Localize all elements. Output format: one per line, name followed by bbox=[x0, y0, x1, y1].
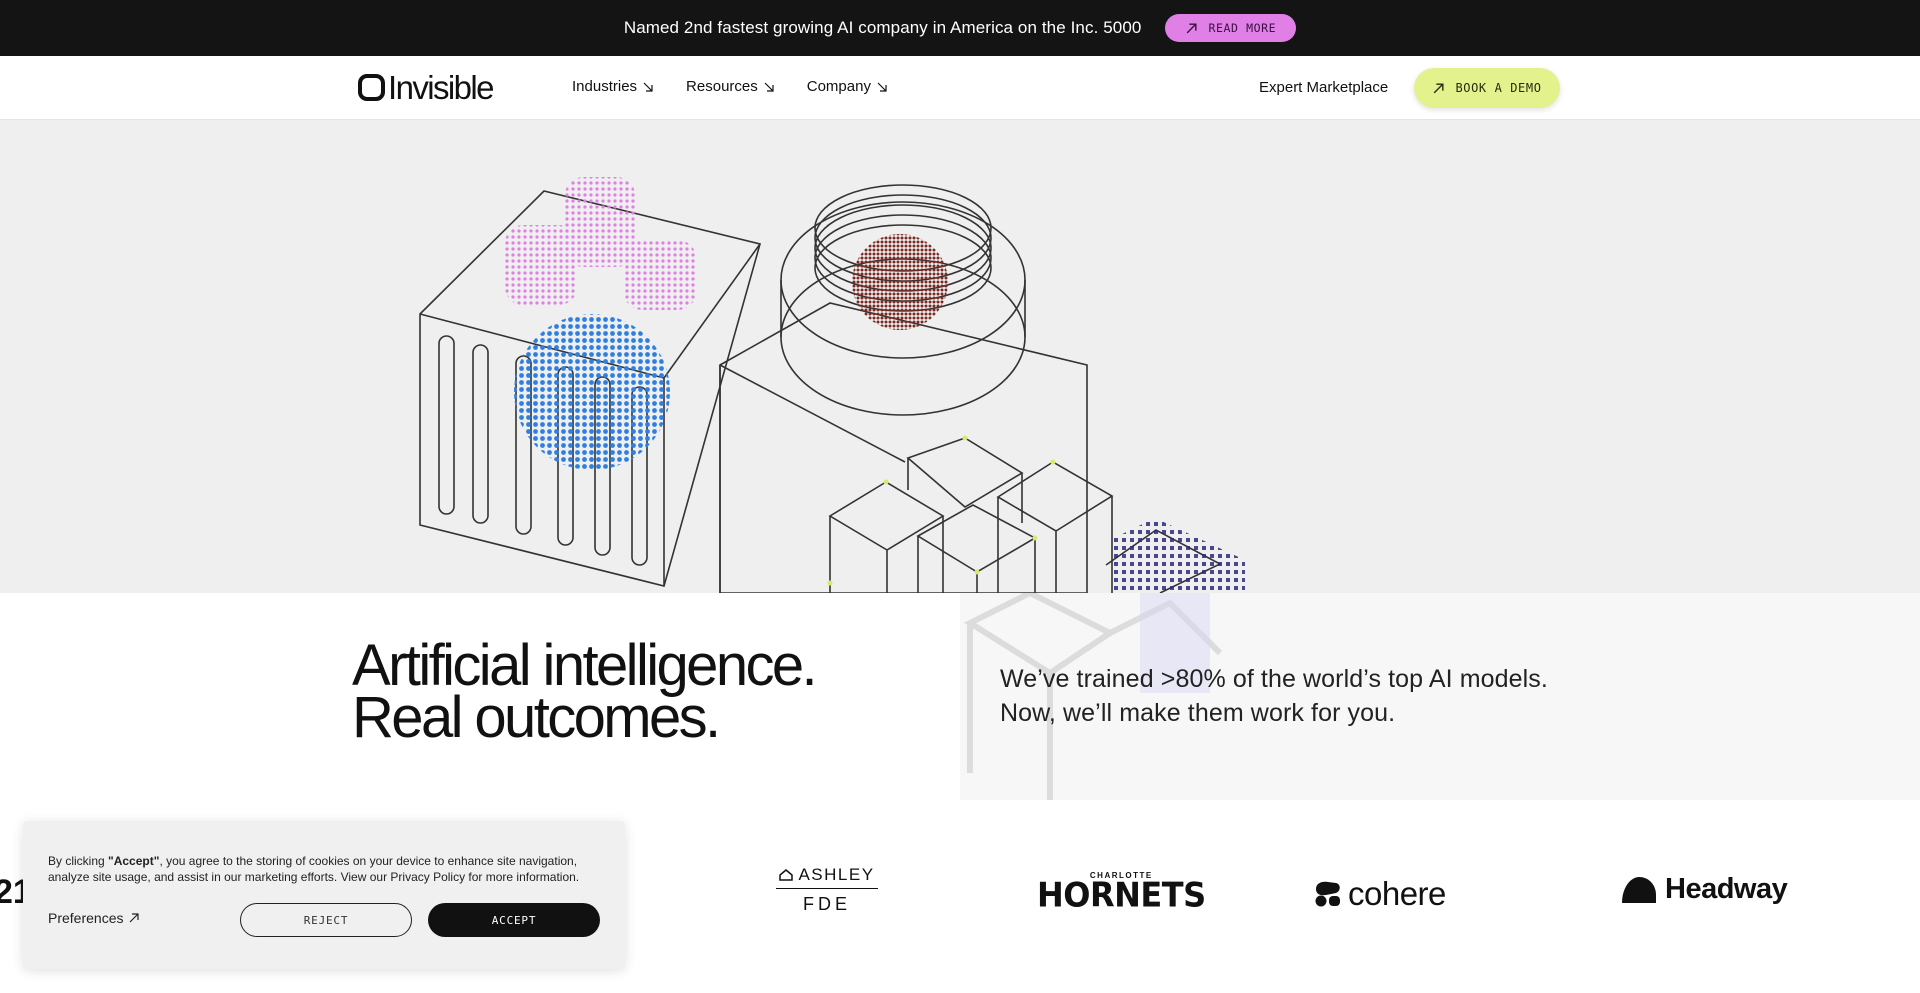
ashley-divider bbox=[776, 888, 878, 889]
nav-item-label: Company bbox=[806, 78, 871, 95]
nav-links: Industries Resources Company bbox=[572, 78, 888, 95]
hero-illustration bbox=[419, 177, 1245, 593]
ashley-logo-top: ASHLEY bbox=[798, 865, 875, 884]
hero-subtext: We’ve trained >80% of the world’s top AI… bbox=[1000, 662, 1548, 730]
logo-mark-icon bbox=[358, 74, 385, 101]
cohere-logo-text: cohere bbox=[1348, 875, 1446, 912]
announcement-bar: Named 2nd fastest growing AI company in … bbox=[0, 0, 1920, 56]
nav-item-label: Industries bbox=[572, 78, 638, 95]
nav-item-company[interactable]: Company bbox=[807, 78, 888, 95]
arrow-up-right-icon bbox=[130, 913, 140, 923]
headway-logo: Headway bbox=[1621, 873, 1788, 906]
brand-logo[interactable]: Invisible bbox=[358, 69, 494, 106]
cookie-text: By clicking "Accept", you agree to the s… bbox=[48, 853, 608, 885]
headway-logo-text: Headway bbox=[1665, 873, 1788, 905]
book-demo-label: BOOK A DEMO bbox=[1455, 81, 1542, 95]
headway-mark-icon bbox=[1622, 876, 1656, 903]
ashley-logo-bottom: FDE bbox=[803, 894, 851, 914]
house-icon bbox=[779, 869, 794, 881]
announcement-text: Named 2nd fastest growing AI company in … bbox=[623, 18, 1142, 37]
cohere-mark-icon bbox=[1315, 881, 1340, 907]
main-nav: Invisible Industries Resources Company E… bbox=[0, 56, 1920, 120]
brand-name: Invisible bbox=[388, 69, 494, 106]
cookie-banner: By clicking "Accept", you agree to the s… bbox=[23, 821, 625, 969]
nav-item-resources[interactable]: Resources bbox=[686, 78, 775, 95]
hornets-logo-main: HORNETS bbox=[1037, 875, 1206, 915]
preferences-label: Preferences bbox=[48, 910, 124, 926]
expert-marketplace-link[interactable]: Expert Marketplace bbox=[1259, 79, 1388, 96]
hero-illustration-area bbox=[0, 120, 1920, 593]
book-demo-button[interactable]: BOOK A DEMO bbox=[1414, 68, 1560, 108]
arrow-up-right-icon bbox=[1434, 82, 1444, 93]
reject-button[interactable]: REJECT bbox=[240, 903, 412, 937]
hero-subtext-line-1: We’ve trained >80% of the world’s top AI… bbox=[1000, 665, 1548, 693]
nav-item-label: Resources bbox=[686, 78, 758, 95]
read-more-button[interactable]: READ MORE bbox=[1165, 14, 1297, 42]
arrow-down-right-icon bbox=[643, 82, 653, 92]
read-more-label: READ MORE bbox=[1208, 21, 1277, 35]
accept-button[interactable]: ACCEPT bbox=[428, 903, 600, 937]
hero-headline-line-2: Real outcomes. bbox=[352, 685, 721, 750]
cookie-text-prefix: By clicking bbox=[48, 854, 109, 868]
ashley-logo: ASHLEY FDE bbox=[776, 865, 878, 915]
hornets-logo: CHARLOTTE HORNETS bbox=[1037, 871, 1206, 915]
arrow-down-right-icon bbox=[877, 82, 887, 92]
arrow-down-right-icon bbox=[764, 82, 774, 92]
hero-subtext-line-2: Now, we’ll make them work for you. bbox=[1000, 699, 1396, 727]
hero-headline: Artificial intelligence. Real outcomes. bbox=[352, 637, 818, 750]
nav-item-industries[interactable]: Industries bbox=[572, 78, 654, 95]
preferences-link[interactable]: Preferences bbox=[48, 910, 140, 926]
cohere-logo: cohere bbox=[1314, 875, 1446, 913]
cookie-text-accept: "Accept" bbox=[108, 854, 160, 868]
arrow-up-right-icon bbox=[1187, 22, 1197, 33]
